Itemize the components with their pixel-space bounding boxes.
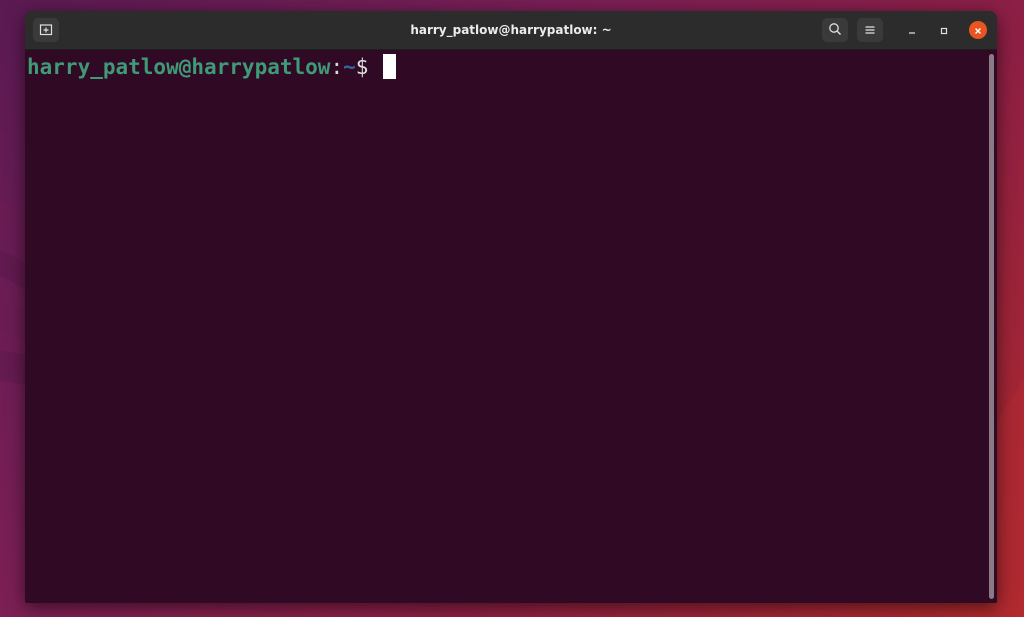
title-bar[interactable]: harry_patlow@harrypatlow: ~ xyxy=(25,11,997,50)
scrollbar[interactable] xyxy=(989,54,994,599)
prompt-colon: : xyxy=(330,55,344,79)
window-title: harry_patlow@harrypatlow: ~ xyxy=(410,23,612,37)
minimize-button[interactable] xyxy=(903,21,921,39)
new-tab-icon xyxy=(39,21,53,40)
new-tab-button[interactable] xyxy=(33,18,59,42)
terminal-window: harry_patlow@harrypatlow: ~ harry_patlow… xyxy=(25,11,997,603)
menu-button[interactable] xyxy=(857,18,883,42)
prompt-user-host: harry_patlow@harrypatlow xyxy=(27,55,331,79)
text-cursor xyxy=(383,54,397,79)
search-icon xyxy=(828,21,842,40)
maximize-icon xyxy=(939,21,949,40)
search-button[interactable] xyxy=(822,18,848,42)
shell-prompt: harry_patlow@harrypatlow:~$ xyxy=(27,53,397,81)
close-button[interactable] xyxy=(969,21,987,39)
minimize-icon xyxy=(907,21,917,40)
prompt-symbol: $ xyxy=(355,55,382,79)
maximize-button[interactable] xyxy=(935,21,953,39)
hamburger-menu-icon xyxy=(864,21,876,40)
terminal-area[interactable]: harry_patlow@harrypatlow:~$ xyxy=(25,50,997,603)
close-icon xyxy=(973,21,983,40)
prompt-path: ~ xyxy=(343,55,356,79)
